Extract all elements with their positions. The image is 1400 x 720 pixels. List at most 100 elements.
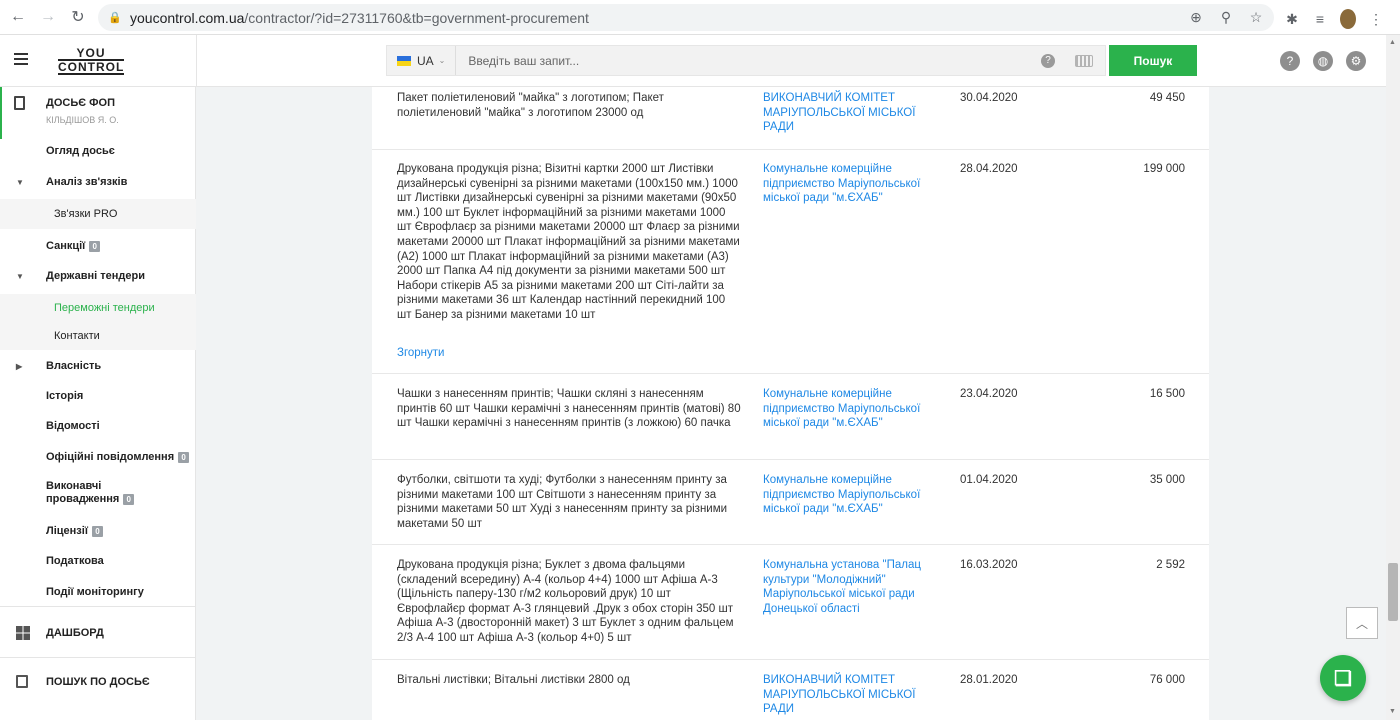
sidebar-item-overview[interactable]: Огляд досьє [0,137,196,165]
youcontrol-logo[interactable]: YOU CONTROL [58,47,124,75]
sidebar-item-won-tenders[interactable]: Переможні тендери [0,294,196,322]
tender-date: 01.04.2020 [960,474,1018,486]
address-bar[interactable]: 🔒 youcontrol.com.ua/contractor/?id=27311… [98,4,1274,31]
tender-date: 23.04.2020 [960,388,1018,400]
scroll-up-arrow-icon[interactable]: ▲ [1389,39,1396,46]
sidebar-item-relations[interactable]: ▼ Аналіз зв'язків [0,168,196,196]
sidebar: ДОСЬЄ ФОП КІЛЬДІШОВ Я. О. Огляд досьє ▼ А… [0,87,196,720]
sidebar-item-contacts[interactable]: Контакти [0,322,196,350]
menu-collapse-icon[interactable] [14,53,28,67]
chat-icon: ❏ [1334,667,1352,690]
sidebar-item-property[interactable]: ▶ Власність [0,352,196,380]
chevron-down-icon: ⌄ [438,56,446,65]
sidebar-item-history[interactable]: Історія [0,382,196,410]
caret-right-icon: ▶ [16,362,23,371]
tender-amount: 2 592 [1156,559,1185,571]
tender-amount: 35 000 [1149,474,1185,486]
sidebar-item-monitoring[interactable]: Події моніторингу [0,578,196,606]
chat-button[interactable]: ❏ [1320,655,1366,701]
chevron-up-icon: ︿ [1355,616,1368,631]
reload-icon[interactable]: ↻ [66,5,90,29]
header-divider [196,35,197,87]
tender-date: 28.04.2020 [960,163,1018,175]
browser-menu-icon[interactable]: ⋮ [1368,11,1384,28]
caret-down-icon: ▼ [16,272,24,281]
tender-amount: 16 500 [1149,388,1185,400]
table-row: Пакет поліетиленовий "майка" з логотипом… [372,87,1209,149]
table-row: Чашки з нанесенням принтів; Чашки скляні… [372,373,1209,459]
dossier-subject: КІЛЬДІШОВ Я. О. [46,115,119,125]
url-path: /contractor/?id=27311760&tb=government-p… [244,9,589,26]
tender-date: 30.04.2020 [960,92,1018,104]
language-select[interactable]: UA ⌄ [387,46,457,75]
search-box: UA ⌄ ? [386,45,1106,76]
page-scrollbar[interactable]: ▲ ▼ [1386,35,1400,720]
tender-amount: 49 450 [1149,92,1185,104]
count-badge: 0 [123,494,135,505]
bookmark-star-icon[interactable]: ☆ [1248,9,1264,26]
sidebar-divider [0,606,196,607]
sidebar-item-enforcement[interactable]: Виконавчі провадження 0 [0,479,150,515]
sidebar-item-tenders[interactable]: ▼ Державні тендери [0,262,196,290]
sidebar-dashboard[interactable]: ДАШБОРД [0,613,196,653]
tender-description: Чашки з нанесенням принтів; Чашки скляні… [397,388,741,430]
tender-amount: 199 000 [1143,163,1185,175]
table-row: Друкована продукція різна; Буклет з двом… [372,544,1209,659]
sidebar-item-sanctions[interactable]: Санкції 0 [0,232,196,260]
sidebar-item-licenses[interactable]: Ліцензії 0 [0,517,196,545]
scroll-down-arrow-icon[interactable]: ▼ [1389,708,1396,715]
caret-down-icon: ▼ [16,178,24,187]
tender-amount: 76 000 [1149,674,1185,686]
scroll-to-top-button[interactable]: ︿ [1346,607,1378,639]
sidebar-item-relations-pro[interactable]: Зв'язки PRO [0,199,196,229]
reading-list-icon[interactable]: ≡ [1312,11,1328,27]
table-row: Друкована продукція різна; Візитні картк… [372,149,1209,373]
tender-description: Друкована продукція різна; Візитні картк… [397,163,740,321]
support-icon[interactable]: ? [1280,51,1300,71]
count-badge: 0 [178,451,190,463]
sidebar-divider [0,657,196,658]
tender-organizer-link[interactable]: ВИКОНАВЧИЙ КОМІТЕТ МАРІУПОЛЬСЬКОЇ МІСЬКО… [763,673,938,717]
tender-organizer-link[interactable]: Комунальна установа "Палац культури "Мол… [763,558,938,616]
install-icon[interactable]: ⊕ [1188,9,1204,26]
tender-date: 28.01.2020 [960,674,1018,686]
document-icon [14,96,25,110]
back-icon[interactable]: ← [6,5,30,29]
tender-description: Футболки, світшоти та худі; Футболки з н… [397,474,728,530]
tender-description: Вітальні листівки; Вітальні листівки 280… [397,674,630,686]
table-row: Футболки, світшоти та худі; Футболки з н… [372,459,1209,544]
dossier-header[interactable]: ДОСЬЄ ФОП КІЛЬДІШОВ Я. О. [0,87,196,139]
scrollbar-thumb[interactable] [1388,563,1398,621]
settings-gear-icon[interactable]: ⚙ [1346,51,1366,71]
count-badge: 0 [91,525,103,537]
app-header: YOU CONTROL UA ⌄ ? Пошук ? ◍ ⚙ [0,35,1400,87]
forward-icon[interactable]: → [36,5,60,29]
zoom-icon[interactable]: ⚲ [1218,9,1234,26]
count-badge: 0 [89,240,101,252]
url-host: youcontrol.com.ua [130,9,245,26]
ukraine-flag-icon [397,55,411,66]
table-row: Вітальні листівки; Вітальні листівки 280… [372,659,1209,720]
sidebar-item-official-notices[interactable]: Офіційні повідомлення 0 [0,443,196,471]
search-input[interactable] [456,46,1041,75]
profile-avatar[interactable] [1340,9,1356,29]
tender-organizer-link[interactable]: Комунальне комерційне підприємство Маріу… [763,387,938,431]
search-button[interactable]: Пошук [1109,45,1197,76]
tender-organizer-link[interactable]: Комунальне комерційне підприємство Маріу… [763,162,938,206]
sidebar-item-tax[interactable]: Податкова [0,547,196,575]
help-question-icon[interactable]: ? [1041,53,1055,68]
keyboard-icon[interactable] [1075,54,1093,67]
tender-organizer-link[interactable]: Комунальне комерційне підприємство Маріу… [763,473,938,517]
globe-icon[interactable]: ◍ [1313,51,1333,71]
lock-icon[interactable]: 🔒 [108,11,122,25]
tender-organizer-link[interactable]: ВИКОНАВЧИЙ КОМІТЕТ МАРІУПОЛЬСЬКОЇ МІСЬКО… [763,91,938,135]
extensions-icon[interactable]: ✱ [1284,11,1300,28]
collapse-link[interactable]: Згорнути [397,347,444,359]
document-search-icon [16,675,28,688]
tender-date: 16.03.2020 [960,559,1018,571]
browser-toolbar: ← → ↻ 🔒 youcontrol.com.ua/contractor/?id… [0,0,1400,35]
sidebar-item-info[interactable]: Відомості [0,412,196,440]
sidebar-dossier-search[interactable]: ПОШУК ПО ДОСЬЄ [0,662,196,702]
tender-description: Пакет поліетиленовий "майка" з логотипом… [397,92,664,119]
tenders-table: Пакет поліетиленовий "майка" з логотипом… [372,87,1209,720]
